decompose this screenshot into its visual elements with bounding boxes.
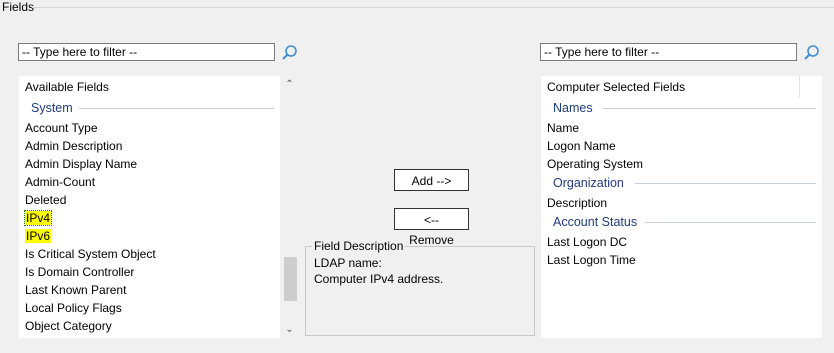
field-description-text: Computer IPv4 address. xyxy=(314,272,444,286)
group-divider xyxy=(32,7,834,8)
selected-fields-filter-input[interactable] xyxy=(540,43,797,61)
section-label: Account Status xyxy=(553,215,644,229)
group-title: Fields xyxy=(2,0,35,14)
list-item-operating-system[interactable]: Operating System xyxy=(541,155,822,173)
search-icon[interactable] xyxy=(803,44,821,62)
selected-fields-list[interactable]: Computer Selected Fields Names Name Logo… xyxy=(541,76,822,338)
list-item-local-policy-flags[interactable]: Local Policy Flags xyxy=(19,299,280,317)
section-label: Organization xyxy=(553,176,630,190)
section-label: Names xyxy=(553,101,599,115)
section-header-organization: Organization xyxy=(541,173,822,194)
list-item-label: IPv6 xyxy=(25,229,52,243)
list-item-logon-name[interactable]: Logon Name xyxy=(541,137,822,155)
search-icon[interactable] xyxy=(281,44,299,62)
list-item-deleted[interactable]: Deleted xyxy=(19,191,280,209)
list-item-label: IPv4 xyxy=(23,210,53,226)
list-item-is-critical-system-object[interactable]: Is Critical System Object xyxy=(19,245,280,263)
list-item-ipv4[interactable]: IPv4 xyxy=(19,209,280,227)
section-header-names: Names xyxy=(541,98,822,119)
list-item-ipv6[interactable]: IPv6 xyxy=(19,227,280,245)
list-item-admin-description[interactable]: Admin Description xyxy=(19,137,280,155)
field-description-group: Field Description LDAP name: Computer IP… xyxy=(305,239,535,336)
field-description-title: Field Description xyxy=(312,239,406,253)
list-item-name[interactable]: Name xyxy=(541,119,822,137)
section-divider xyxy=(79,108,274,109)
scrollbar-thumb[interactable] xyxy=(284,257,297,301)
list-item-is-domain-controller[interactable]: Is Domain Controller xyxy=(19,263,280,281)
list-item-object-category[interactable]: Object Category xyxy=(19,317,280,335)
ldap-name-label: LDAP name: xyxy=(314,256,382,270)
available-fields-filter-input[interactable] xyxy=(18,43,275,61)
list-item-admin-display-name[interactable]: Admin Display Name xyxy=(19,155,280,173)
section-label: System xyxy=(31,101,79,115)
add-button[interactable]: Add --> xyxy=(394,169,469,191)
available-fields-header: Available Fields xyxy=(25,80,109,94)
list-item-last-logon-dc[interactable]: Last Logon DC xyxy=(541,233,822,251)
remove-button[interactable]: <-- Remove xyxy=(394,208,469,247)
list-item-account-type[interactable]: Account Type xyxy=(19,119,280,137)
list-item-description[interactable]: Description xyxy=(541,194,822,212)
section-divider xyxy=(635,183,816,184)
list-item-admin-count[interactable]: Admin-Count xyxy=(19,173,280,191)
available-fields-scrollbar[interactable]: ⌃ ⌄ xyxy=(281,76,298,338)
selected-fields-header: Computer Selected Fields xyxy=(547,80,686,94)
chevron-up-icon[interactable]: ⌃ xyxy=(281,76,298,93)
section-divider xyxy=(645,222,816,223)
available-fields-list[interactable]: Available Fields System Account Type Adm… xyxy=(19,76,280,338)
list-item-last-logon-time[interactable]: Last Logon Time xyxy=(541,251,822,269)
header-divider xyxy=(799,76,800,98)
section-header-system: System xyxy=(19,98,280,119)
list-item-last-known-parent[interactable]: Last Known Parent xyxy=(19,281,280,299)
chevron-down-icon[interactable]: ⌄ xyxy=(281,321,298,338)
section-header-account-status: Account Status xyxy=(541,212,822,233)
section-divider xyxy=(603,108,816,109)
